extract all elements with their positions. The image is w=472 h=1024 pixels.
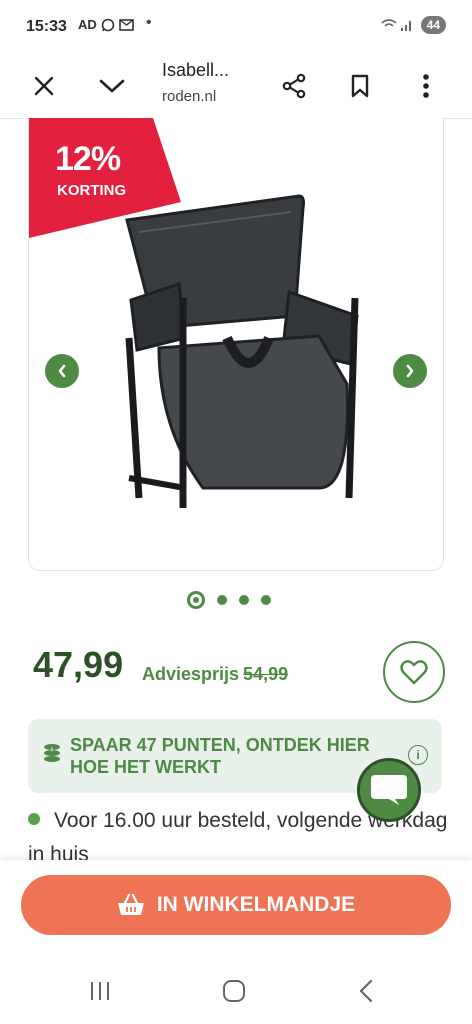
custom-tab-toolbar: Isabell... roden.nl: [0, 56, 472, 119]
notification-icons: AD: [78, 17, 134, 32]
back-icon: [359, 979, 373, 1003]
basket-icon: [117, 893, 144, 915]
page-title: Isabell...: [162, 60, 230, 80]
status-time: 15:33: [26, 18, 67, 35]
more-vert-icon: [423, 74, 429, 98]
bookmark-icon: [351, 74, 369, 98]
back-button[interactable]: [344, 974, 388, 1008]
advies-price: Adviesprijs 54,99: [142, 664, 288, 685]
add-to-cart-button[interactable]: IN WINKELMANDJE: [21, 875, 451, 935]
chat-bubble-icon: [371, 775, 407, 805]
whatsapp-icon: [101, 18, 115, 31]
carousel-next-button[interactable]: [393, 354, 427, 388]
share-icon: [282, 73, 306, 99]
ad-icon: AD: [78, 17, 97, 32]
more-options-button[interactable]: [404, 64, 448, 108]
share-button[interactable]: [272, 64, 316, 108]
coins-icon: $: [44, 744, 60, 762]
close-icon: [34, 76, 54, 96]
info-icon[interactable]: i: [408, 745, 428, 765]
recent-apps-icon: [91, 982, 109, 1000]
carousel-dot[interactable]: [261, 595, 271, 605]
favorite-button[interactable]: [383, 641, 445, 703]
discount-percent: 12%: [55, 140, 121, 178]
product-image-carousel[interactable]: 12% KORTING: [28, 118, 444, 571]
recent-apps-button[interactable]: [78, 974, 122, 1008]
status-right: 44: [381, 16, 446, 34]
chevron-down-icon: [99, 79, 125, 93]
discount-badge-shape: [29, 118, 181, 238]
system-navigation-bar: [0, 958, 472, 1024]
discount-label: KORTING: [57, 182, 127, 199]
advies-label: Adviesprijs: [142, 664, 240, 684]
mail-icon: [118, 18, 134, 31]
svg-text:$: $: [50, 747, 53, 753]
carousel-prev-button[interactable]: [45, 354, 79, 388]
advies-old-price: 54,99: [243, 664, 289, 684]
status-dot: •: [146, 14, 152, 31]
wifi-signal-icon: [381, 19, 411, 31]
loyalty-points-text[interactable]: SPAAR 47 PUNTEN, ONTDEK HIER HOE HET WER…: [70, 734, 370, 778]
close-button[interactable]: [22, 64, 66, 108]
bookmark-button[interactable]: [338, 64, 382, 108]
carousel-dot[interactable]: [239, 595, 249, 605]
carousel-indicators: [187, 591, 271, 609]
add-to-cart-bar: IN WINKELMANDJE: [0, 860, 472, 958]
heart-icon: [400, 660, 428, 685]
discount-badge: 12% KORTING: [29, 118, 181, 245]
chat-button[interactable]: [357, 758, 421, 822]
in-stock-dot: [28, 813, 40, 826]
chevron-left-icon: [58, 364, 66, 378]
product-price: 47,99: [33, 644, 124, 685]
add-to-cart-label: IN WINKELMANDJE: [156, 893, 356, 916]
chevron-right-icon: [406, 364, 414, 378]
battery-badge: 44: [420, 16, 446, 34]
home-icon: [223, 980, 245, 1002]
collapse-button[interactable]: [90, 64, 134, 108]
status-bar: 15:33 AD • 44: [0, 0, 472, 56]
page-domain: roden.nl: [162, 88, 217, 105]
carousel-dot[interactable]: [217, 595, 227, 605]
home-button[interactable]: [212, 974, 256, 1008]
carousel-dot-active[interactable]: [187, 591, 205, 609]
